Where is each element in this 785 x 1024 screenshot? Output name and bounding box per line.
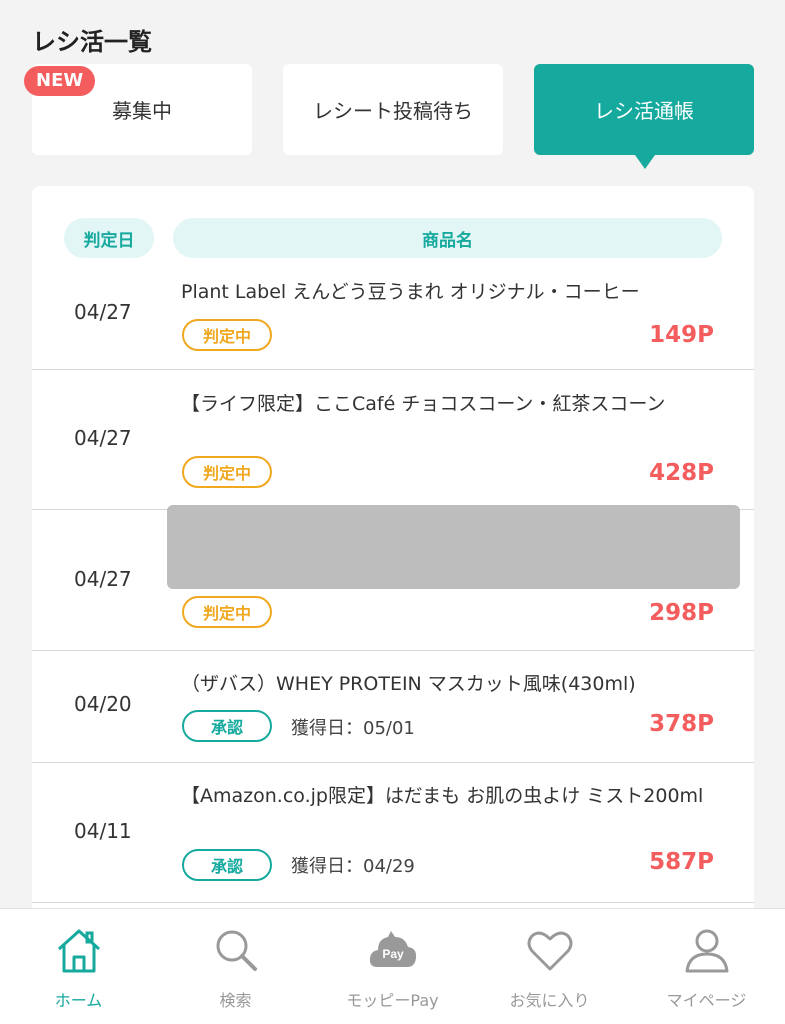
row-product-name: （ザバス）WHEY PROTEIN マスカット風味(430ml) [181, 673, 636, 695]
column-header-product: 商品名 [173, 218, 722, 258]
bottom-nav: ホーム 検索 Pay モッピーPay お気に入り マイページ [0, 908, 785, 1024]
page-title: レシ活一覧 [32, 28, 152, 56]
row-points: 378P [649, 711, 714, 737]
redacted-product-name [167, 505, 740, 589]
row-date: 04/27 [74, 300, 132, 324]
row-earned-date: 獲得日：05/01 [291, 718, 415, 739]
row-points: 149P [649, 322, 714, 348]
column-header-date: 判定日 [64, 218, 154, 258]
table-row[interactable]: 04/20 （ザバス）WHEY PROTEIN マスカット風味(430ml) 承… [32, 651, 754, 763]
row-product-name: Plant Label えんどう豆うまれ オリジナル・コーヒー [181, 281, 640, 303]
person-icon [685, 929, 728, 973]
tab-awaiting-receipt[interactable]: レシート投稿待ち [283, 64, 503, 155]
tab-label: レシート投稿待ち [313, 99, 473, 123]
nav-search[interactable]: 検索 [157, 919, 314, 1019]
table-row[interactable]: 04/27 Plant Label えんどう豆うまれ オリジナル・コーヒー 判定… [32, 272, 754, 370]
row-date: 04/27 [74, 567, 132, 591]
status-badge: 承認 [182, 849, 272, 881]
new-badge: NEW [24, 66, 96, 96]
row-date: 04/20 [74, 692, 132, 716]
nav-label: ホーム [54, 991, 103, 1010]
table-row[interactable]: 04/27 【ライフ限定】ここCafé チョコスコーン・紅茶スコーン 判定中 4… [32, 370, 754, 510]
row-product-name: 【ライフ限定】ここCafé チョコスコーン・紅茶スコーン [181, 393, 666, 415]
tab-passbook[interactable]: レシ活通帳 [534, 64, 754, 169]
tab-label: レシ活通帳 [594, 99, 694, 123]
heart-icon [527, 931, 572, 971]
nav-moppy-pay[interactable]: Pay モッピーPay [314, 919, 471, 1019]
row-date: 04/27 [74, 426, 132, 450]
row-product-name: 【Amazon.co.jp限定】はだまも お肌の虫よけ ミスト200ml [181, 785, 704, 807]
pay-cloud-icon: Pay [369, 931, 416, 967]
svg-text:Pay: Pay [382, 947, 404, 961]
tab-label: 募集中 [112, 99, 172, 123]
tab-bar: 募集中 レシート投稿待ち レシ活通帳 [32, 64, 754, 169]
nav-label: お気に入り [509, 991, 590, 1010]
home-icon [57, 929, 100, 973]
status-badge: 判定中 [182, 319, 272, 351]
status-badge: 判定中 [182, 456, 272, 488]
nav-home[interactable]: ホーム [0, 919, 157, 1019]
row-date: 04/11 [74, 819, 132, 843]
nav-favorites[interactable]: お気に入り [471, 919, 628, 1019]
row-points: 428P [649, 460, 714, 486]
row-points: 298P [649, 600, 714, 626]
status-badge: 承認 [182, 710, 272, 742]
status-badge: 判定中 [182, 596, 272, 628]
nav-mypage[interactable]: マイページ [628, 919, 785, 1019]
nav-label: モッピーPay [346, 991, 439, 1010]
passbook-panel: 判定日 商品名 04/27 Plant Label えんどう豆うまれ オリジナル… [32, 186, 754, 946]
nav-label: 検索 [219, 991, 252, 1010]
search-icon [216, 930, 257, 971]
row-earned-date: 獲得日：04/29 [291, 856, 415, 877]
table-row[interactable]: 04/11 【Amazon.co.jp限定】はだまも お肌の虫よけ ミスト200… [32, 763, 754, 903]
row-points: 587P [649, 849, 714, 875]
nav-label: マイページ [666, 991, 747, 1010]
